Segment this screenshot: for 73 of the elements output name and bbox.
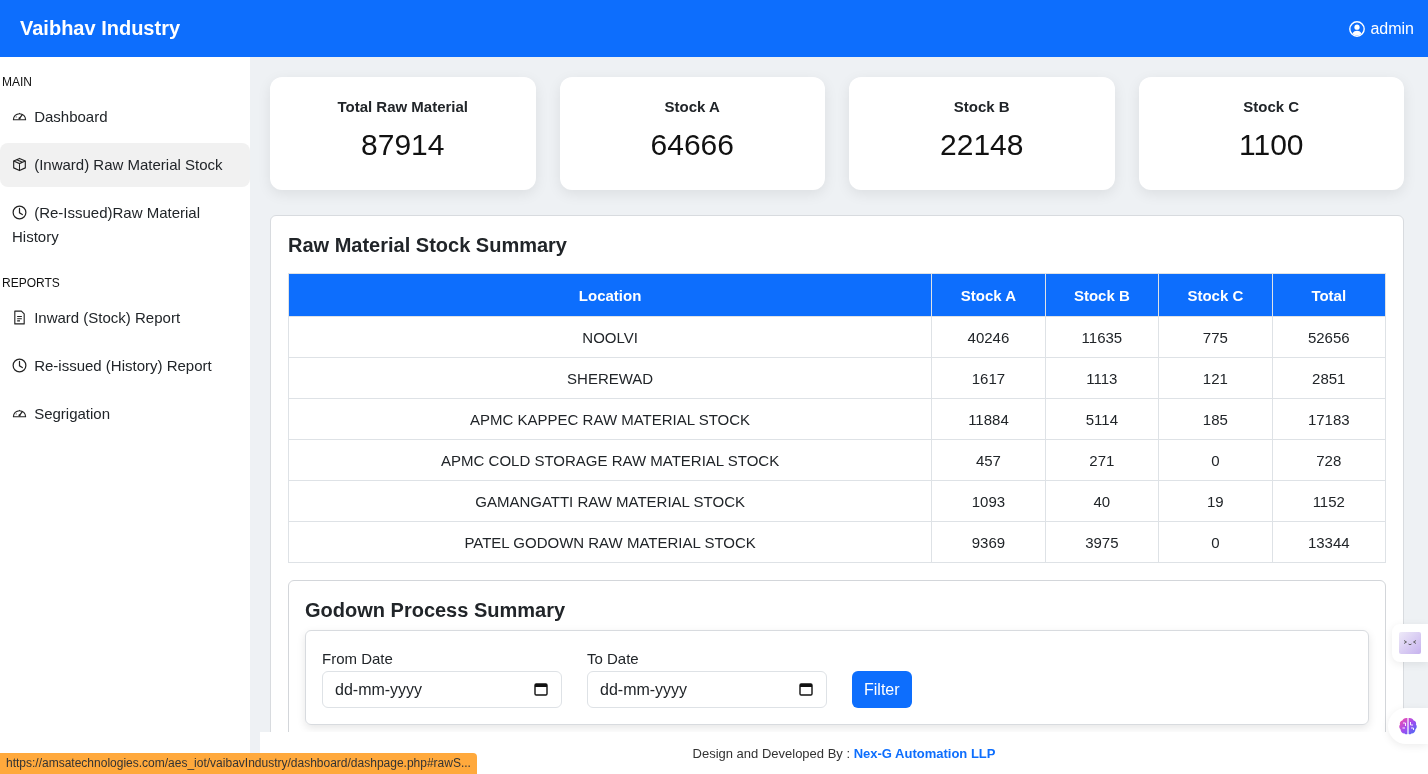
table-cell: 728 [1272, 439, 1386, 481]
table-cell: 1113 [1045, 357, 1159, 399]
panel-title: Godown Process Summary [305, 598, 567, 622]
table-cell: 5114 [1045, 398, 1159, 440]
user-menu-button[interactable]: admin [1349, 19, 1414, 38]
column-header: Total [1272, 273, 1386, 317]
calendar-icon [534, 682, 548, 696]
field-label: From Date [322, 649, 394, 669]
column-header: Stock B [1045, 273, 1159, 317]
company-link[interactable]: Nex-G Automation LLP [853, 745, 996, 761]
sidebar-item[interactable]: Re-issued (History) Report [0, 344, 250, 388]
table-cell: 40 [1045, 480, 1159, 522]
table-cell: 13344 [1272, 521, 1386, 563]
stat-label: Stock B [952, 97, 1011, 117]
sidebar-item[interactable]: (Re-Issued)Raw Material History [0, 191, 250, 259]
table-cell: 457 [931, 439, 1046, 481]
brain-icon [1398, 716, 1418, 736]
column-header: Location [288, 273, 932, 317]
table-cell: 11635 [1045, 316, 1159, 358]
table-cell: APMC COLD STORAGE RAW MATERIAL STOCK [288, 439, 932, 481]
panel-title: Raw Material Stock Summary [288, 233, 568, 257]
sidebar-section-heading: REPORTS [1, 275, 61, 291]
face-icon [1399, 632, 1421, 654]
table-cell: 185 [1158, 398, 1273, 440]
table-cell: 9369 [931, 521, 1046, 563]
link-preview-url: https://amsatechnologies.com/aes_iot/vaibavIndustry/dashboard/dashpage.php#rawS... [0, 753, 477, 774]
stat-label: Total Raw Material [336, 97, 470, 117]
sidebar-item[interactable]: Segrigation [0, 392, 250, 436]
column-header: Stock C [1158, 273, 1273, 317]
sidebar-item[interactable]: Dashboard [0, 95, 250, 139]
column-header: Stock A [931, 273, 1046, 317]
user-icon [1349, 20, 1366, 37]
table-cell: 52656 [1272, 316, 1386, 358]
sidebar-item[interactable]: Inward (Stock) Report [0, 296, 250, 340]
date-field[interactable]: dd-mm-yyyy [322, 671, 562, 708]
sidebar-section-heading: MAIN [1, 74, 33, 90]
extension-button[interactable] [1388, 708, 1428, 744]
table-cell: 19 [1158, 480, 1273, 522]
calendar-icon [799, 682, 813, 696]
sidebar-item[interactable]: (Inward) Raw Material Stock [0, 143, 250, 187]
stat-value: 64666 [649, 127, 735, 163]
table-cell: 1152 [1272, 480, 1386, 522]
stat-label: Stock C [1242, 97, 1301, 117]
filter-button[interactable]: Filter [852, 671, 912, 708]
footer-credit: Design and Developed By : Nex-G Automation LLP [692, 745, 996, 761]
table-cell: APMC KAPPEC RAW MATERIAL STOCK [288, 398, 932, 440]
table-cell: 1093 [931, 480, 1046, 522]
table-cell: GAMANGATTI RAW MATERIAL STOCK [288, 480, 932, 522]
table-cell: 2851 [1272, 357, 1386, 399]
table-cell: SHEREWAD [288, 357, 932, 399]
stat-label: Stock A [663, 97, 721, 117]
stat-value: 87914 [360, 127, 446, 163]
table-cell: 40246 [931, 316, 1046, 358]
date-field[interactable]: dd-mm-yyyy [587, 671, 827, 708]
clock-icon [12, 358, 27, 373]
table-cell: 3975 [1045, 521, 1159, 563]
table-cell: NOOLVI [288, 316, 932, 358]
box-icon [12, 157, 27, 172]
table-cell: 271 [1045, 439, 1159, 481]
table-cell: 17183 [1272, 398, 1386, 440]
stat-value: 1100 [1238, 127, 1305, 163]
table-cell: 775 [1158, 316, 1273, 358]
table-cell: PATEL GODOWN RAW MATERIAL STOCK [288, 521, 932, 563]
table-cell: 1617 [931, 357, 1046, 399]
table-cell: 0 [1158, 439, 1273, 481]
stat-value: 22148 [939, 127, 1025, 163]
table-cell: 121 [1158, 357, 1273, 399]
clock-icon [12, 205, 27, 220]
document-icon [12, 310, 27, 325]
table-cell: 11884 [931, 398, 1046, 440]
brand-title: Vaibhav Industry [20, 17, 181, 40]
table-cell: 0 [1158, 521, 1273, 563]
field-label: To Date [587, 649, 640, 669]
